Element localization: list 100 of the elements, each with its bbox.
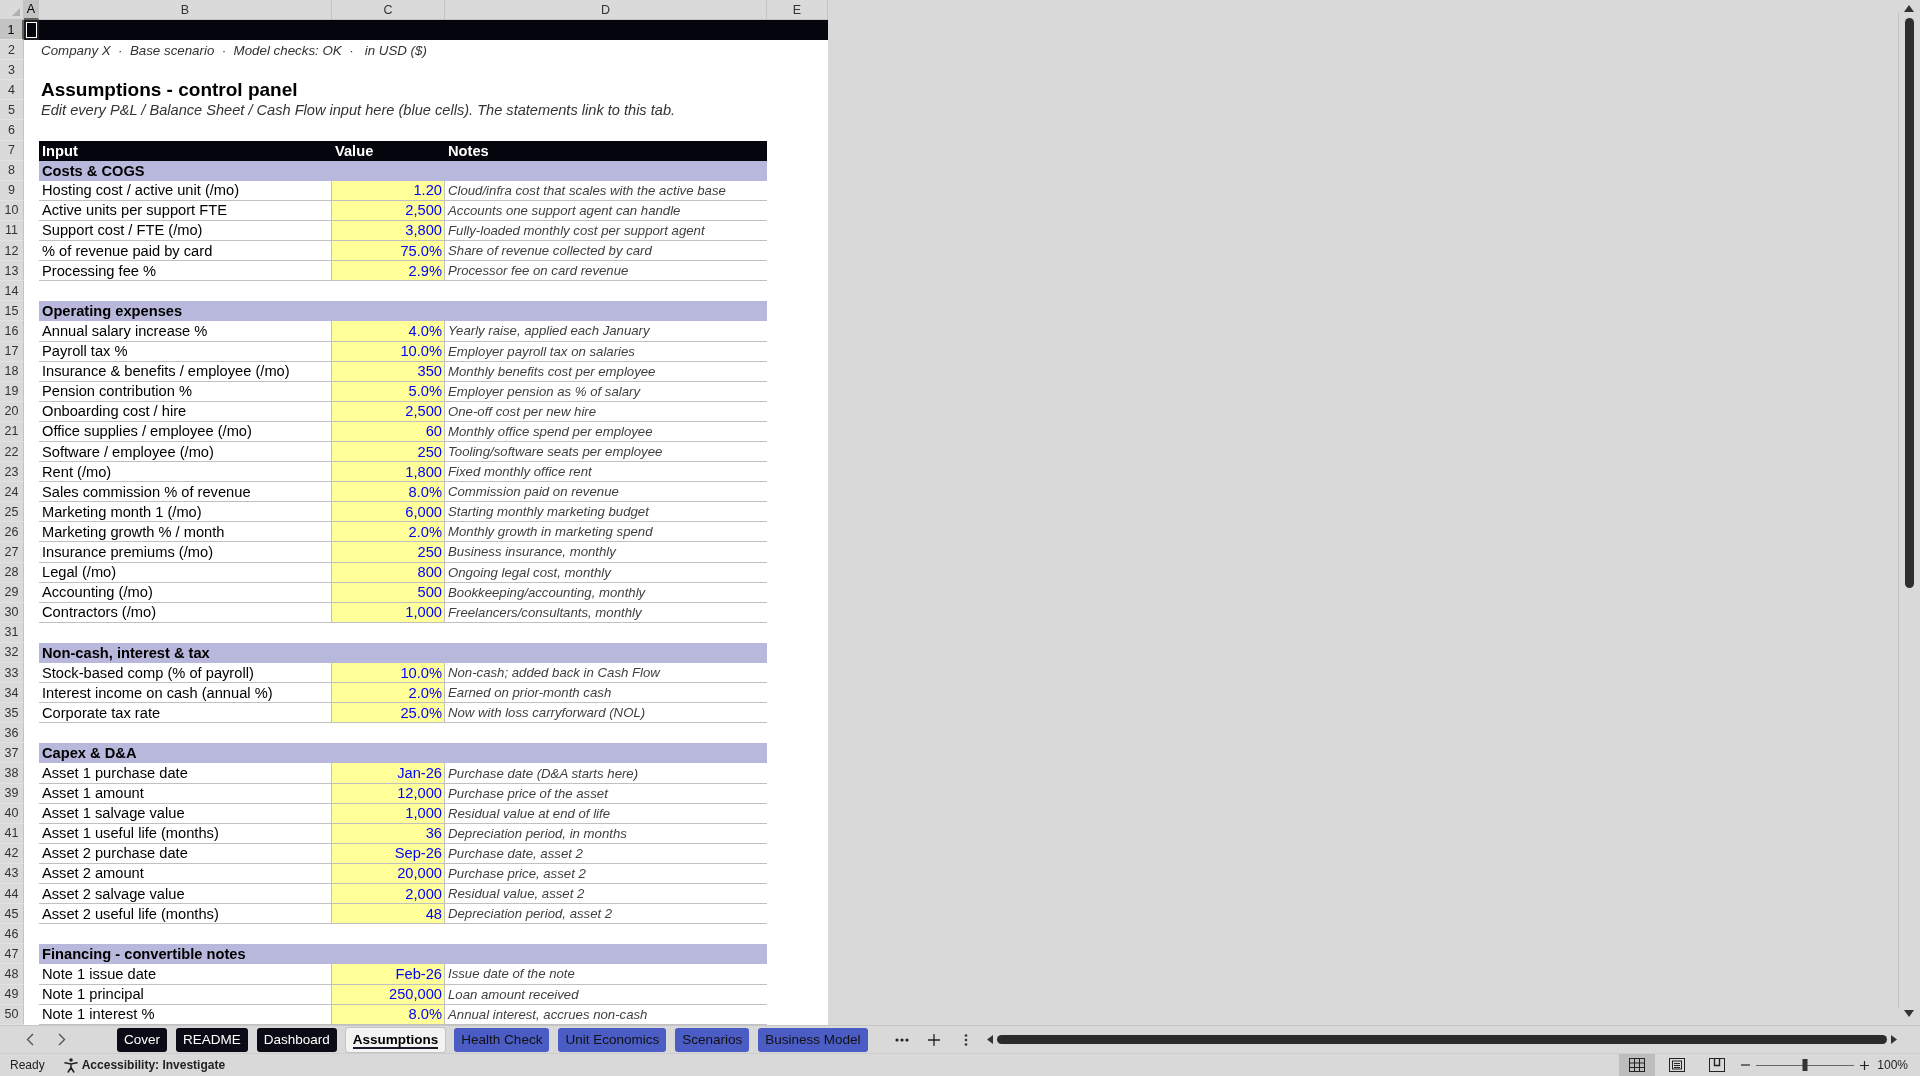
- row-header[interactable]: 35: [0, 703, 24, 724]
- row-header[interactable]: 39: [0, 783, 24, 804]
- row-header[interactable]: 15: [0, 301, 24, 322]
- input-label-cell: Note 1 interest %: [39, 1004, 332, 1025]
- row-header[interactable]: 7: [0, 140, 24, 161]
- minus-icon[interactable]: [1741, 1064, 1751, 1066]
- row-header[interactable]: 45: [0, 904, 24, 925]
- row-header[interactable]: 28: [0, 562, 24, 583]
- row-header[interactable]: 34: [0, 683, 24, 704]
- row-header[interactable]: 42: [0, 843, 24, 864]
- row-header[interactable]: 6: [0, 120, 24, 141]
- row-header[interactable]: 36: [0, 723, 24, 744]
- scrollbar-thumb[interactable]: [997, 1035, 1887, 1044]
- column-header[interactable]: A: [24, 0, 39, 20]
- scroll-down-icon[interactable]: [1904, 1010, 1914, 1017]
- chevron-left-icon[interactable]: [26, 1033, 34, 1046]
- note-cell: Residual value, asset 2: [445, 884, 767, 905]
- row-header[interactable]: 19: [0, 381, 24, 402]
- row-header[interactable]: 11: [0, 220, 24, 242]
- note-cell: Depreciation period, in months: [445, 823, 767, 844]
- row-header[interactable]: 48: [0, 964, 24, 985]
- note-cell: Non-cash; added back in Cash Flow: [445, 663, 767, 684]
- sheet-tab[interactable]: Dashboard: [256, 1027, 337, 1052]
- row-header[interactable]: 43: [0, 863, 24, 885]
- plus-icon[interactable]: [1860, 1060, 1870, 1070]
- sheet-tab[interactable]: README: [176, 1027, 248, 1052]
- scrollbar-thumb[interactable]: [1905, 18, 1914, 588]
- normal-view-button[interactable]: [1619, 1054, 1656, 1076]
- scroll-left-icon[interactable]: [987, 1035, 993, 1044]
- input-label-cell: Note 1 principal: [39, 984, 332, 1005]
- row-header[interactable]: 26: [0, 522, 24, 543]
- value-cell: 250,000: [332, 984, 445, 1005]
- value-cell: 2,000: [332, 884, 445, 905]
- row-header[interactable]: 38: [0, 763, 24, 784]
- input-label-cell: Contractors (/mo): [39, 602, 332, 623]
- row-header[interactable]: 1: [0, 20, 24, 41]
- input-label-cell: Asset 2 purchase date: [39, 843, 332, 864]
- note-cell: Tooling/software seats per employee: [445, 441, 767, 463]
- row-header[interactable]: 3: [0, 60, 24, 81]
- row-header[interactable]: 49: [0, 984, 24, 1005]
- row-header[interactable]: 10: [0, 200, 24, 221]
- input-label-cell: Insurance premiums (/mo): [39, 542, 332, 563]
- scroll-right-icon[interactable]: [1891, 1035, 1897, 1044]
- input-label-cell: Insurance & benefits / employee (/mo): [39, 361, 332, 382]
- row-header[interactable]: 40: [0, 803, 24, 824]
- slider-thumb[interactable]: [1802, 1059, 1808, 1071]
- row-header[interactable]: 13: [0, 261, 24, 282]
- sheet-tab[interactable]: Assumptions: [345, 1027, 446, 1052]
- row-header[interactable]: 17: [0, 341, 24, 362]
- row-header[interactable]: 20: [0, 401, 24, 422]
- row-header[interactable]: 29: [0, 582, 24, 603]
- row-header[interactable]: 46: [0, 924, 24, 945]
- row-header[interactable]: 2: [0, 40, 24, 61]
- row-header[interactable]: 14: [0, 281, 24, 302]
- sheet-tab[interactable]: Cover: [117, 1027, 167, 1052]
- accessibility-button[interactable]: Accessibility: Investigate: [63, 1057, 226, 1073]
- input-label-cell: Corporate tax rate: [39, 703, 332, 724]
- row-header[interactable]: 27: [0, 542, 24, 563]
- chevron-right-icon[interactable]: [58, 1033, 66, 1046]
- value-cell: 1,800: [332, 462, 445, 483]
- row-header[interactable]: 12: [0, 241, 24, 262]
- row-header[interactable]: 18: [0, 361, 24, 382]
- row-header[interactable]: 32: [0, 642, 24, 663]
- value-cell: 60: [332, 421, 445, 442]
- row-header[interactable]: 5: [0, 100, 24, 121]
- row-header[interactable]: 8: [0, 160, 24, 181]
- zoom-level[interactable]: 100%: [1877, 1058, 1908, 1072]
- row-header[interactable]: 37: [0, 743, 24, 764]
- section-header: Capex & D&A: [39, 743, 767, 764]
- input-label-cell: Onboarding cost / hire: [39, 401, 332, 422]
- value-cell: 350: [332, 361, 445, 382]
- vertical-dots-icon[interactable]: [964, 1033, 968, 1046]
- row-header[interactable]: 50: [0, 1004, 24, 1025]
- page-break-icon: [1709, 1058, 1726, 1072]
- row-header[interactable]: 31: [0, 622, 24, 643]
- row-header[interactable]: 24: [0, 482, 24, 503]
- value-cell: 12,000: [332, 783, 445, 804]
- value-cell: 10.0%: [332, 341, 445, 362]
- note-cell: Residual value at end of life: [445, 803, 767, 824]
- scroll-up-icon[interactable]: [1904, 5, 1914, 12]
- value-cell: 1,000: [332, 803, 445, 824]
- row-header[interactable]: 41: [0, 823, 24, 844]
- row-header[interactable]: 33: [0, 663, 24, 684]
- row-header[interactable]: 30: [0, 602, 24, 623]
- row-header[interactable]: 9: [0, 180, 24, 201]
- row-header[interactable]: 44: [0, 884, 24, 905]
- row-header[interactable]: 21: [0, 421, 24, 442]
- plus-icon[interactable]: [928, 1033, 940, 1046]
- value-cell: 250: [332, 542, 445, 563]
- row-header[interactable]: 16: [0, 321, 24, 342]
- input-label-cell: Rent (/mo): [39, 462, 332, 483]
- row-header[interactable]: 25: [0, 502, 24, 523]
- note-cell: Depreciation period, asset 2: [445, 904, 767, 925]
- value-cell: 8.0%: [332, 1004, 445, 1025]
- value-cell: 25.0%: [332, 703, 445, 724]
- row-header[interactable]: 22: [0, 441, 24, 463]
- row-header[interactable]: 4: [0, 80, 24, 101]
- row-header[interactable]: 47: [0, 944, 24, 965]
- row-header[interactable]: 23: [0, 462, 24, 483]
- more-icon[interactable]: [895, 1037, 909, 1042]
